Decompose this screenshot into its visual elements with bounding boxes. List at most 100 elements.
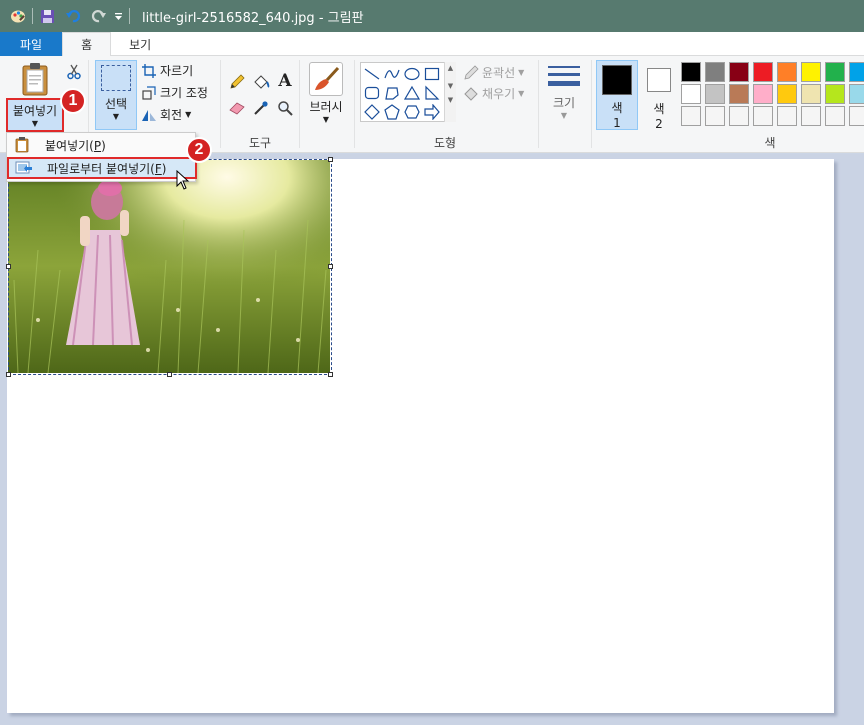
resize-button[interactable]: 크기 조정 [141,84,208,101]
tab-view[interactable]: 보기 [111,32,169,56]
step-2-badge: 2 [186,137,212,163]
line-shape-icon[interactable] [363,65,381,83]
mouse-pointer-icon [176,169,190,190]
rotate-button[interactable]: 회전 ▼ [141,106,191,123]
group-separator [591,60,592,148]
canvas-area[interactable] [0,154,864,725]
palette-swatch[interactable] [777,106,797,126]
palette-swatch[interactable] [801,84,821,104]
color-1-label: 색 [611,101,623,115]
undo-icon[interactable] [65,8,81,24]
palette-swatch[interactable] [801,106,821,126]
palette-swatch[interactable] [825,84,845,104]
group-separator [538,60,539,148]
resize-handle[interactable] [328,157,333,162]
resize-handle[interactable] [6,264,11,269]
group-separator [354,60,355,148]
canvas[interactable] [6,157,834,713]
palette-swatch[interactable] [825,62,845,82]
pentagon-shape-icon[interactable] [383,103,401,121]
palette-swatch[interactable] [849,62,864,82]
palette-swatch[interactable] [705,62,725,82]
triangle-shape-icon[interactable] [403,84,421,102]
tab-home[interactable]: 홈 [62,32,112,57]
palette-swatch[interactable] [825,106,845,126]
palette-swatch[interactable] [681,106,701,126]
outline-button[interactable]: 윤곽선 ▼ [463,64,524,81]
paint-app-icon[interactable] [10,8,26,24]
fill-button[interactable]: 채우기 ▼ [463,85,524,102]
paste-dropdown-button[interactable]: 붙여넣기 ▼ [6,98,64,132]
magnifier-icon[interactable] [275,98,295,118]
palette-swatch[interactable] [729,84,749,104]
rounded-rectangle-shape-icon[interactable] [363,84,381,102]
crop-button[interactable]: 자르기 [141,62,193,79]
resize-handle[interactable] [6,372,11,377]
brushes-label: 브러시 [309,100,343,114]
pasted-photo[interactable] [8,160,330,373]
color-2-swatch [647,68,671,92]
select-button[interactable]: 선택 ▼ [95,60,137,130]
palette-swatch[interactable] [681,62,701,82]
tab-file[interactable]: 파일 [0,32,63,56]
right-triangle-shape-icon[interactable] [423,84,441,102]
menu-item-paste[interactable]: 붙여넣기(P) [7,134,197,156]
rectangle-shape-icon[interactable] [423,65,441,83]
color-2-button[interactable]: 색 2 [642,60,676,131]
color-1-button[interactable]: 색 1 [596,60,638,130]
select-rect-icon [101,65,131,91]
redo-icon[interactable] [91,8,107,24]
palette-swatch[interactable] [729,62,749,82]
colors-group-label: 색 [764,136,776,150]
polygon-shape-icon[interactable] [383,84,401,102]
chevron-down-icon: ▼ [560,111,568,120]
brushes-button[interactable]: 브러시 ▼ [303,60,349,130]
shapes-scrollbar[interactable]: ▲ ▼ ▼ [444,62,456,122]
hexagon-shape-icon[interactable] [403,103,421,121]
resize-handle[interactable] [328,372,333,377]
palette-swatch[interactable] [849,106,864,126]
chevron-down-icon: ▼ [322,115,330,124]
arrow-shape-icon[interactable] [423,103,441,121]
palette-swatch[interactable] [801,62,821,82]
brush-icon [309,62,343,96]
palette-swatch[interactable] [681,84,701,104]
menu-item-paste-from-file[interactable]: 파일로부터 붙여넣기(F) [7,157,197,179]
chevron-down-icon: ▼ [518,68,525,77]
paste-button[interactable]: 붙여넣기 ▼ [6,60,64,132]
paste-from-file-icon [15,159,33,177]
palette-swatch[interactable] [753,62,773,82]
color-2-number: 2 [655,117,663,131]
resize-handle[interactable] [167,372,172,377]
palette-swatch[interactable] [753,106,773,126]
eraser-icon[interactable] [227,98,247,118]
save-icon[interactable] [39,8,55,24]
diamond-shape-icon[interactable] [363,103,381,121]
palette-swatch[interactable] [705,106,725,126]
size-button[interactable]: 크기 ▼ [545,62,583,128]
crop-icon [141,63,157,79]
text-icon[interactable]: A [275,71,295,91]
chevron-down-icon: ▼ [31,119,39,128]
palette-swatch[interactable] [705,84,725,104]
line-width-icon [548,66,580,86]
clipboard-icon[interactable] [10,62,60,98]
resize-handle[interactable] [328,264,333,269]
toolbar-separator [129,8,130,24]
color-1-number: 1 [613,116,621,130]
palette-swatch[interactable] [753,84,773,104]
palette-swatch[interactable] [729,106,749,126]
palette-swatch[interactable] [777,84,797,104]
oval-shape-icon[interactable] [403,65,421,83]
fill-icon [463,86,479,102]
palette-swatch[interactable] [849,84,864,104]
customize-dropdown-icon[interactable] [113,8,123,24]
color-2-label: 색 [653,102,665,116]
palette-swatch[interactable] [777,62,797,82]
scissors-icon[interactable] [64,62,84,82]
color-picker-icon[interactable] [251,98,271,118]
fill-bucket-icon[interactable] [251,72,271,92]
step-1-badge: 1 [60,88,86,114]
curve-shape-icon[interactable] [383,65,401,83]
pencil-icon[interactable] [227,72,247,92]
